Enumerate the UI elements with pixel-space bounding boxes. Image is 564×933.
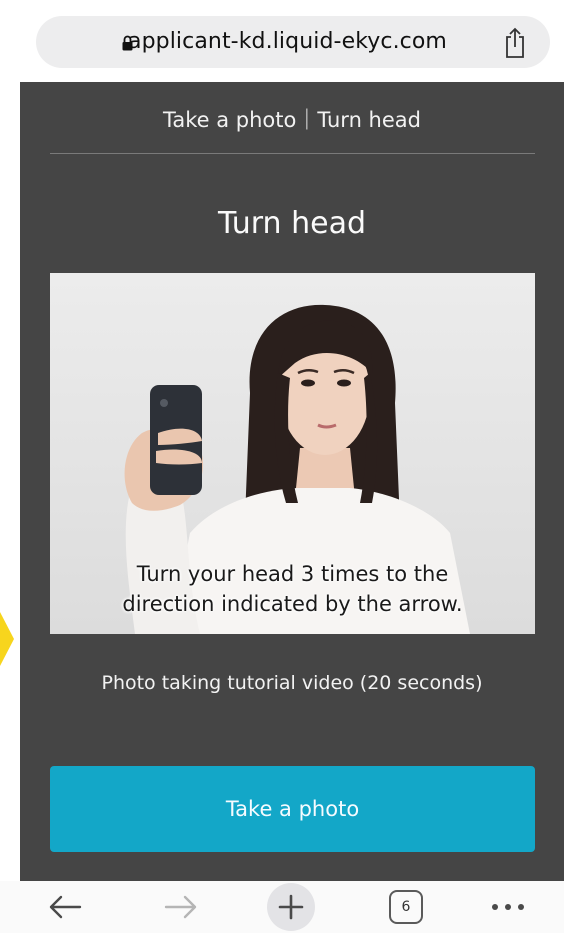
take-photo-button[interactable]: Take a photo	[50, 766, 535, 852]
video-overlay-line2: direction indicated by the arrow.	[122, 592, 463, 616]
video-caption: Photo taking tutorial video (20 seconds)	[101, 672, 483, 694]
page-header: Take a photo｜Turn head	[163, 108, 421, 132]
browser-toolbar: 6	[0, 881, 564, 933]
ekyc-app: Take a photo｜Turn head Turn head Turn yo…	[20, 82, 564, 881]
tabs-button[interactable]: 6	[384, 881, 428, 933]
more-button[interactable]	[485, 881, 531, 933]
new-tab-button[interactable]	[265, 881, 317, 933]
url-text: applicant-kd.liquid-ekyc.com	[128, 29, 447, 54]
back-button[interactable]	[40, 881, 90, 933]
tutorial-video[interactable]: Turn your head 3 times to the direction …	[50, 273, 535, 634]
arrow-left-icon	[49, 895, 82, 919]
forward-button[interactable]	[156, 881, 206, 933]
share-icon[interactable]	[503, 27, 527, 59]
arrow-right-icon	[164, 895, 197, 919]
more-icon	[492, 904, 524, 910]
step-title: Turn head	[217, 206, 367, 241]
plus-icon	[267, 883, 315, 931]
address-bar[interactable]: applicant-kd.liquid-ekyc.com	[36, 16, 550, 68]
tab-count: 6	[389, 890, 423, 924]
video-overlay-line1: Turn your head 3 times to the	[136, 562, 449, 586]
header-divider	[50, 153, 535, 154]
arrow-icon	[0, 612, 14, 666]
